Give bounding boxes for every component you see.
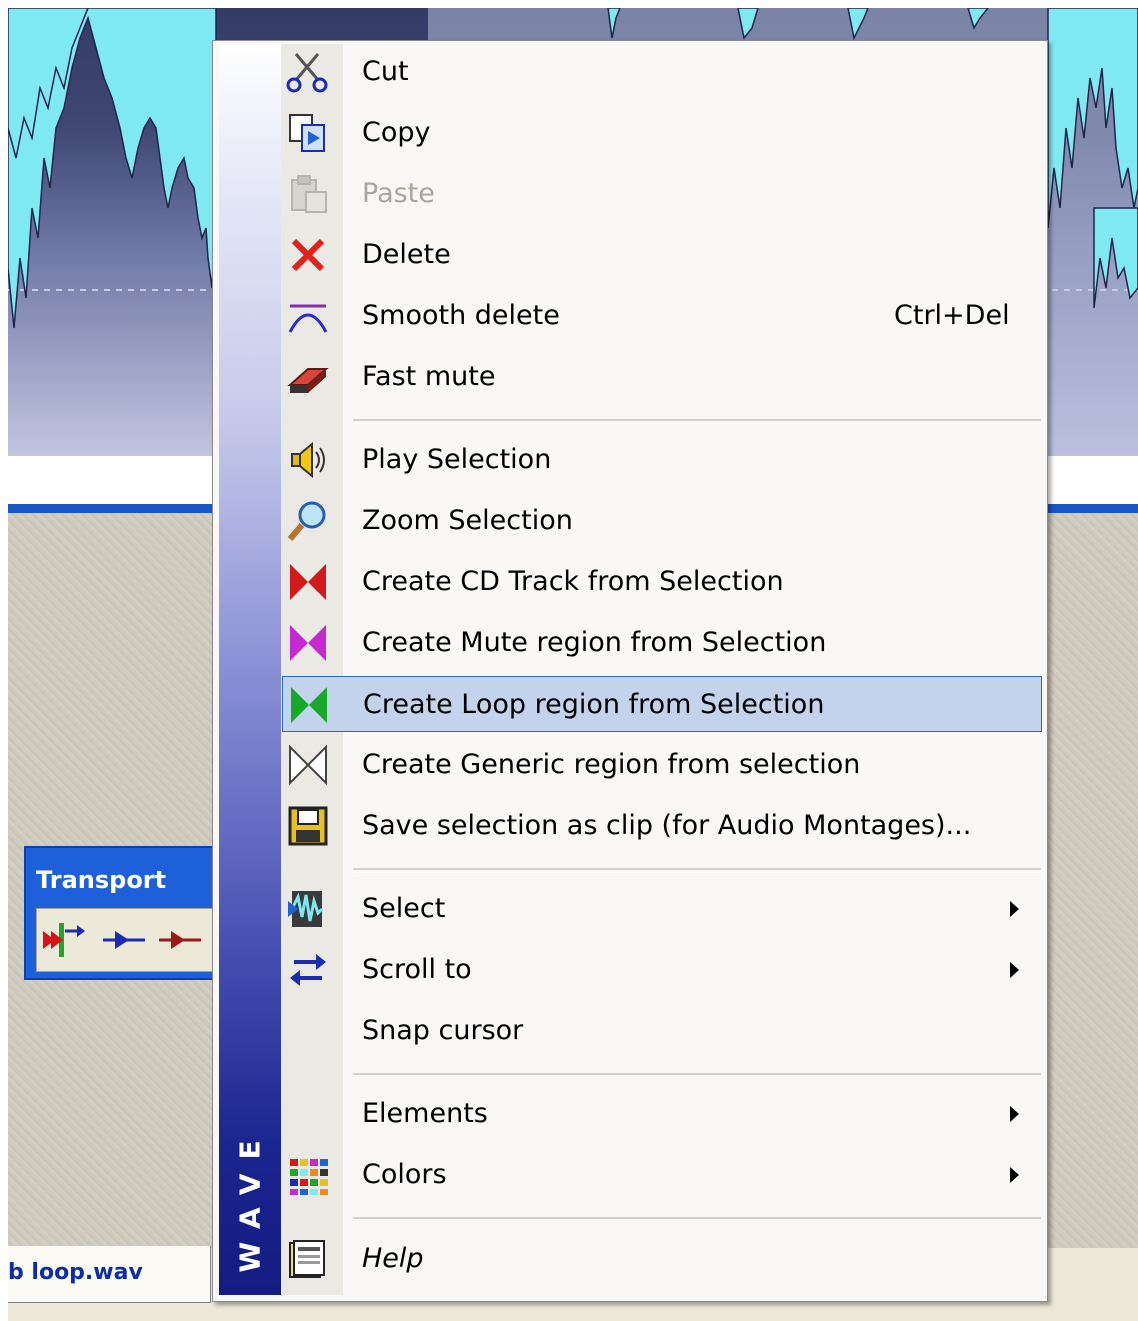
menu-item-play-selection[interactable]: Play Selection xyxy=(282,432,1042,488)
transport-toolbar[interactable]: Transport xyxy=(24,846,222,980)
magnifier-icon xyxy=(287,501,326,541)
menu-item-label: Elements xyxy=(362,1098,488,1129)
file-tab-label: b loop.wav xyxy=(8,1260,143,1285)
submenu-arrow-icon xyxy=(1010,1106,1019,1122)
transport-title: Transport xyxy=(36,866,167,894)
wavelab-window: b loop.wav Transport WAVE Cut Copy Paste… xyxy=(0,0,1138,1321)
menu-item-label: Zoom Selection xyxy=(362,505,573,536)
menu-item-label: Delete xyxy=(362,239,451,270)
menu-item-label: Colors xyxy=(362,1159,447,1190)
menu-item-label: Create Generic region from selection xyxy=(362,749,861,780)
menu-sidebar-label: WAVE xyxy=(233,1125,267,1273)
submenu-arrow-icon xyxy=(1010,901,1019,917)
menu-item-label: Create Loop region from Selection xyxy=(363,689,825,720)
go-to-start-icon[interactable] xyxy=(43,923,85,957)
menu-item-scroll-to[interactable]: Scroll to xyxy=(282,942,1042,998)
scissors-icon xyxy=(286,53,328,93)
menu-item-select[interactable]: Select xyxy=(282,881,1042,937)
menu-item-create-loop-region[interactable]: Create Loop region from Selection xyxy=(282,676,1042,732)
cd-track-marker-icon xyxy=(290,564,326,600)
speaker-icon xyxy=(291,441,325,479)
context-menu: WAVE Cut Copy Paste Delete Smooth delete… xyxy=(212,40,1048,1302)
menu-item-create-mute-region[interactable]: Create Mute region from Selection xyxy=(282,615,1042,671)
menu-item-paste[interactable]: Paste xyxy=(282,166,1042,222)
generic-region-marker-icon xyxy=(289,744,327,786)
menu-item-help[interactable]: Help xyxy=(282,1231,1042,1287)
help-book-icon xyxy=(289,1240,325,1278)
floppy-disk-icon xyxy=(288,806,328,846)
menu-separator xyxy=(353,419,1041,424)
menu-item-label: Create CD Track from Selection xyxy=(362,566,784,597)
menu-item-label: Play Selection xyxy=(362,444,552,475)
menu-separator xyxy=(353,868,1041,873)
paste-icon xyxy=(291,175,327,213)
menu-item-label: Select xyxy=(362,893,446,924)
menu-item-elements[interactable]: Elements xyxy=(282,1086,1042,1142)
menu-item-zoom-selection[interactable]: Zoom Selection xyxy=(282,493,1042,549)
menu-item-label: Snap cursor xyxy=(362,1015,524,1046)
submenu-arrow-icon xyxy=(1010,962,1019,978)
menu-item-label: Fast mute xyxy=(362,361,496,392)
eraser-icon xyxy=(287,368,329,393)
transport-controls xyxy=(36,908,222,972)
menu-item-cut[interactable]: Cut xyxy=(282,44,1042,100)
play-arrow-red-icon[interactable] xyxy=(159,931,201,949)
menu-item-fast-mute[interactable]: Fast mute xyxy=(282,349,1042,405)
menu-separator xyxy=(353,1217,1041,1222)
submenu-arrow-icon xyxy=(1010,1167,1019,1183)
scroll-arrows-icon xyxy=(290,954,326,986)
menu-item-label: Scroll to xyxy=(362,954,472,985)
loop-region-marker-icon xyxy=(291,687,327,723)
transport-icons xyxy=(43,923,201,957)
menu-item-label: Create Mute region from Selection xyxy=(362,627,827,658)
menu-item-create-generic-region[interactable]: Create Generic region from selection xyxy=(282,737,1042,793)
color-grid-icon xyxy=(290,1159,328,1195)
delete-x-icon xyxy=(291,238,325,272)
file-tab[interactable]: b loop.wav xyxy=(8,1246,211,1303)
menu-separator xyxy=(353,1073,1041,1078)
smooth-delete-icon xyxy=(288,304,328,333)
mute-region-marker-icon xyxy=(290,625,326,661)
menu-item-label: Smooth delete xyxy=(362,300,560,331)
play-arrow-icon[interactable] xyxy=(103,931,145,949)
menu-item-label: Paste xyxy=(362,178,435,209)
menu-item-copy[interactable]: Copy xyxy=(282,105,1042,161)
menu-item-save-selection-as-clip[interactable]: Save selection as clip (for Audio Montag… xyxy=(282,798,1042,854)
select-wave-icon xyxy=(288,891,324,927)
menu-sidebar: WAVE xyxy=(219,44,281,1295)
copy-icon xyxy=(289,114,325,152)
menu-item-delete[interactable]: Delete xyxy=(282,227,1042,283)
menu-item-label: Help xyxy=(362,1243,424,1274)
menu-item-snap-cursor[interactable]: Snap cursor xyxy=(282,1003,1042,1059)
menu-item-colors[interactable]: Colors xyxy=(282,1147,1042,1203)
menu-item-shortcut: Ctrl+Del xyxy=(894,300,1010,331)
menu-item-label: Save selection as clip (for Audio Montag… xyxy=(362,810,972,841)
menu-item-label: Cut xyxy=(362,56,409,87)
menu-item-label: Copy xyxy=(362,117,431,148)
menu-item-smooth-delete[interactable]: Smooth delete Ctrl+Del xyxy=(282,288,1042,344)
menu-item-create-cd-track[interactable]: Create CD Track from Selection xyxy=(282,554,1042,610)
